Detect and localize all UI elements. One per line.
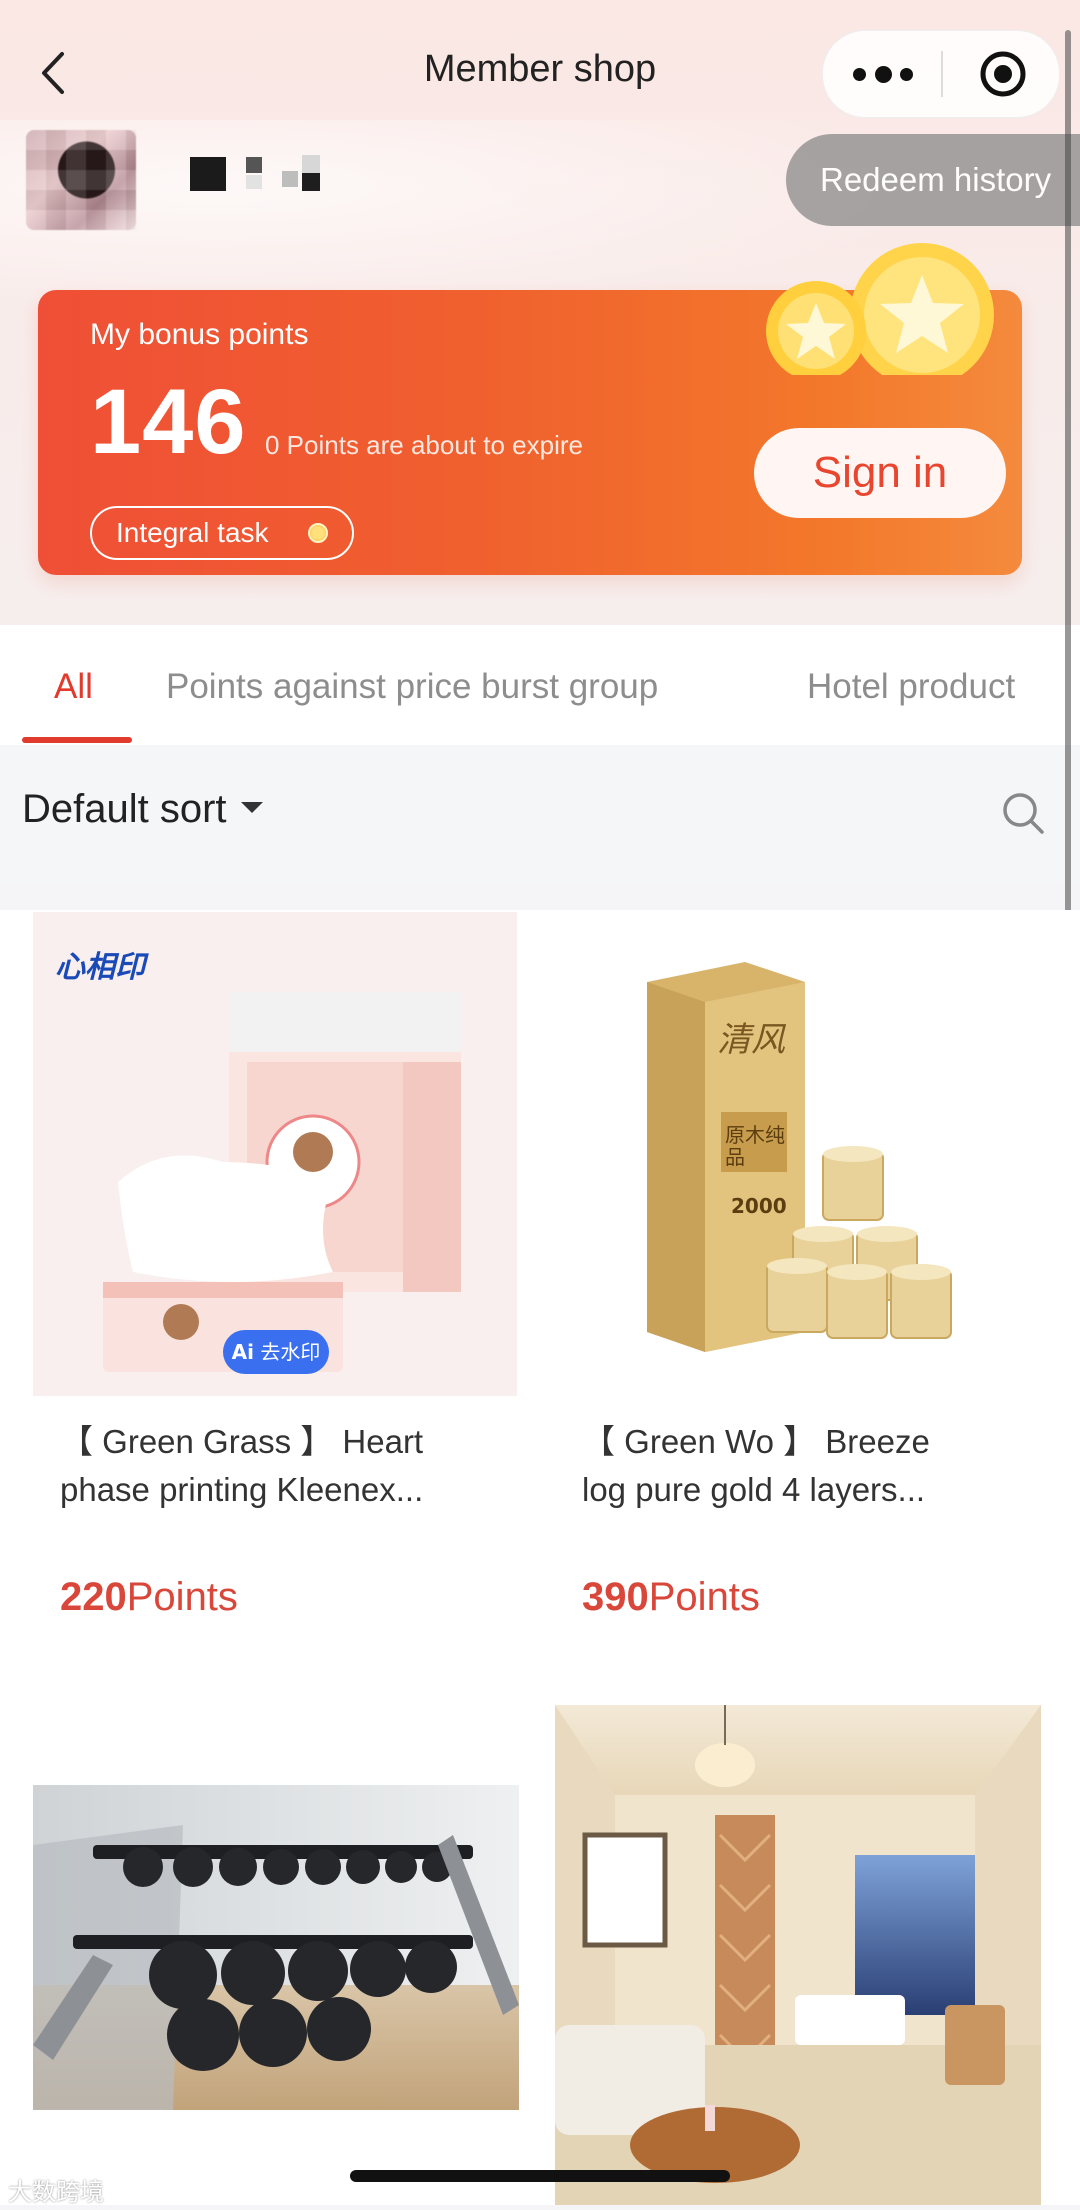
- redeem-history-button[interactable]: Redeem history: [786, 134, 1080, 226]
- brand-logo-text: 心相印: [55, 950, 145, 985]
- sign-in-button[interactable]: Sign in: [754, 428, 1006, 518]
- more-dots-icon[interactable]: [853, 51, 913, 97]
- product-card[interactable]: [33, 1785, 519, 2110]
- integral-task-label: Integral task: [116, 517, 269, 548]
- pack-brand-text: 清风: [717, 1020, 785, 1060]
- product-image-dumbbell-rack: [33, 1785, 519, 2110]
- product-name-line: phase printing Kleenex...: [60, 1471, 424, 1508]
- integral-task-button[interactable]: Integral task: [90, 506, 354, 560]
- badge-ai-text: Ai: [231, 1340, 254, 1364]
- product-price: 390Points: [582, 1575, 760, 1620]
- product-name-line: 【 Green Wo 】 Breeze: [582, 1423, 930, 1460]
- coin-dot-icon: [308, 523, 328, 543]
- remove-watermark-badge: Ai 去水印: [223, 1330, 329, 1374]
- pack-sub-text: 原木纯品: [725, 1123, 785, 1169]
- tab-hotel-product[interactable]: Hotel product: [807, 667, 1015, 707]
- points-expire-text: 0 Points are about to expire: [265, 430, 583, 460]
- badge-text: 去水印: [260, 1340, 321, 1364]
- username-mosaic: [190, 155, 330, 191]
- product-name-line: 【 Green Grass 】 Heart: [60, 1423, 424, 1460]
- product-card[interactable]: [555, 1705, 1041, 2205]
- coins-icon: [766, 243, 994, 375]
- toilet-paper-illustration: [647, 962, 952, 1352]
- scrollbar[interactable]: [1065, 30, 1071, 920]
- points-label: My bonus points: [90, 318, 309, 351]
- category-tabs: All Points against price burst group Hot…: [0, 625, 1080, 745]
- sort-bar: Default sort: [0, 745, 1080, 883]
- sort-label: Default sort: [22, 787, 227, 831]
- tab-points-burst-group[interactable]: Points against price burst group: [166, 667, 658, 707]
- home-indicator[interactable]: [350, 2170, 730, 2182]
- mini-program-capsule: [822, 30, 1060, 118]
- product-card[interactable]: 清风 原木纯品 2000 【 Green Wo 】 Breeze log pur…: [555, 912, 1040, 1632]
- search-icon[interactable]: [1000, 790, 1046, 836]
- product-image-toilet-paper: 清风 原木纯品 2000: [555, 912, 1039, 1396]
- tab-active-underline: [22, 737, 132, 743]
- capsule-divider: [941, 51, 943, 97]
- product-image-tissue: 心相印 Ai 去水印: [33, 912, 517, 1396]
- price-value: 220: [60, 1575, 127, 1619]
- price-value: 390: [582, 1575, 649, 1619]
- target-icon[interactable]: [978, 49, 1028, 99]
- caret-down-icon: [240, 801, 263, 813]
- product-name: 【 Green Grass 】 Heart phase printing Kle…: [60, 1418, 500, 1514]
- points-value: 146: [90, 371, 247, 473]
- avatar: [26, 130, 136, 230]
- product-name: 【 Green Wo 】 Breeze log pure gold 4 laye…: [582, 1418, 1022, 1514]
- product-image-hotel-room: [555, 1705, 1041, 2205]
- price-unit: Points: [126, 1575, 238, 1619]
- product-price: 220Points: [60, 1575, 238, 1620]
- product-card[interactable]: 心相印 Ai 去水印 【 Green Grass 】 Heart phase p…: [33, 912, 518, 1632]
- product-name-line: log pure gold 4 layers...: [582, 1471, 926, 1508]
- watermark-text: 大数跨境: [8, 2179, 104, 2206]
- price-unit: Points: [648, 1575, 760, 1619]
- tab-all[interactable]: All: [54, 667, 93, 707]
- pack-number-text: 2000: [731, 1194, 787, 1218]
- default-sort-dropdown[interactable]: Default sort: [22, 787, 263, 832]
